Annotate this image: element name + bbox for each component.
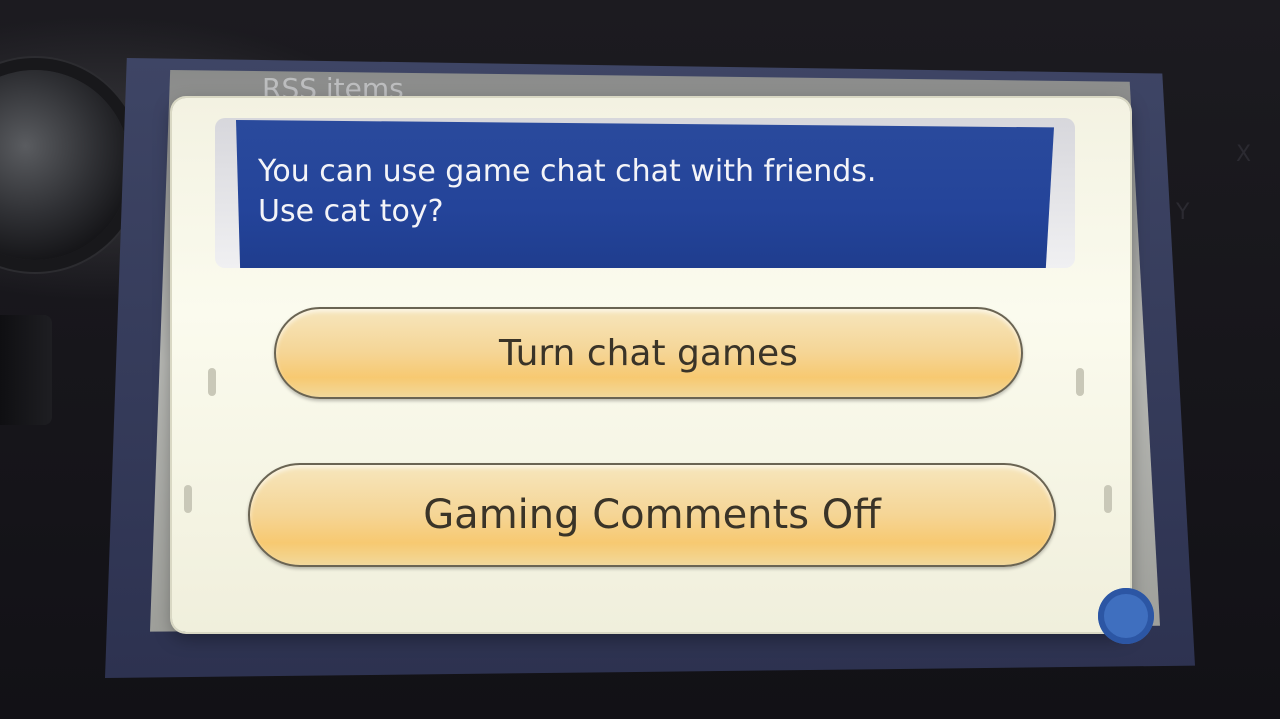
gaming-comments-off-label: Gaming Comments Off [423, 492, 881, 538]
dpad[interactable] [0, 315, 52, 425]
dialog-left-notch [208, 368, 216, 396]
dialog-left-notch-lower [184, 485, 192, 513]
dialog-message-line-1: You can use game chat chat with friends. [258, 154, 877, 189]
turn-chat-games-button[interactable]: Turn chat games [274, 307, 1023, 399]
gaming-comments-off-button[interactable]: Gaming Comments Off [248, 463, 1056, 567]
circle-pad[interactable] [0, 70, 130, 260]
x-button-glyph[interactable]: X [1236, 142, 1251, 167]
dialog-message-line-2: Use cat toy? [258, 194, 444, 229]
back-icon[interactable] [1098, 588, 1154, 644]
y-button-glyph[interactable]: Y [1176, 200, 1189, 225]
turn-chat-games-label: Turn chat games [499, 332, 798, 374]
dialog-right-notch-lower [1104, 485, 1112, 513]
dialog-right-notch [1076, 368, 1084, 396]
dialog-message: You can use game chat chat with friends.… [258, 152, 1028, 232]
